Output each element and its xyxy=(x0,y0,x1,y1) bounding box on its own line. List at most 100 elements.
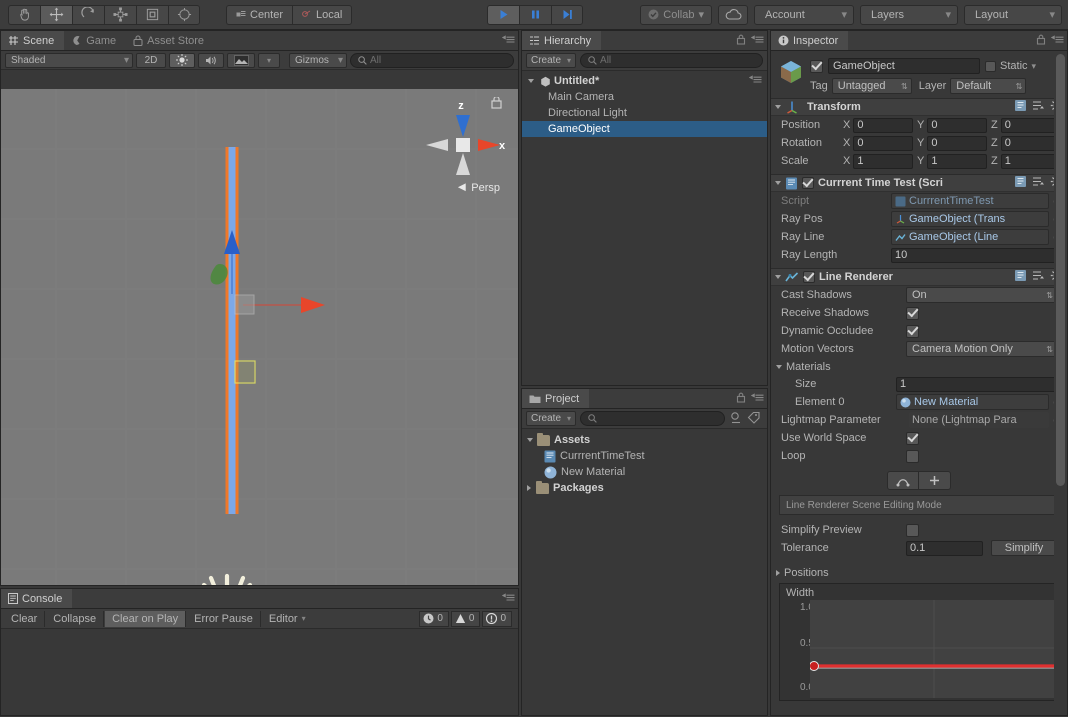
width-curve-graph[interactable] xyxy=(809,600,1058,698)
gameobject-name-input[interactable]: GameObject xyxy=(828,58,980,74)
2d-toggle-button[interactable]: 2D xyxy=(136,52,166,68)
hierarchy-scene-root[interactable]: Untitled* xyxy=(522,73,767,89)
console-log-count[interactable]: 0 xyxy=(419,610,449,627)
project-item-packages[interactable]: Packages xyxy=(522,480,767,496)
expand-triangle-icon[interactable] xyxy=(527,438,533,442)
console-editor-dropdown[interactable]: Editor ▾ xyxy=(262,611,313,627)
add-point-button[interactable] xyxy=(919,471,951,490)
gizmos-dropdown[interactable]: Gizmos ▾ xyxy=(289,52,347,68)
cloud-button[interactable] xyxy=(718,4,748,25)
materials-foldout[interactable]: Materials xyxy=(771,358,1067,375)
inspector-scrollbar[interactable] xyxy=(1054,52,1067,715)
preset-icon[interactable] xyxy=(1014,175,1027,191)
rotation-x-field[interactable]: X 0 xyxy=(843,135,913,151)
layer-dropdown[interactable]: Default ⇅ xyxy=(950,78,1027,94)
inspector-lock-icon[interactable] xyxy=(1036,34,1046,48)
simplify-preview-checkbox[interactable] xyxy=(906,523,919,537)
project-lock-icon[interactable] xyxy=(736,392,746,406)
project-item-material[interactable]: New Material xyxy=(522,464,767,480)
scale-x-field[interactable]: X 1 xyxy=(843,153,913,169)
transform-component-header[interactable]: Transform xyxy=(771,98,1067,116)
hierarchy-create-button[interactable]: Create ▾ xyxy=(526,53,577,68)
scale-z-field[interactable]: Z 1 xyxy=(991,153,1061,169)
hierarchy-item-main-camera[interactable]: Main Camera xyxy=(522,89,767,105)
scene-fx-button[interactable] xyxy=(227,52,255,68)
pivot-mode-button[interactable]: Center xyxy=(226,4,293,25)
line-renderer-component-header[interactable]: Line Renderer xyxy=(771,268,1067,286)
console-warning-count[interactable]: 0 xyxy=(450,610,481,627)
scene-fx-dropdown[interactable]: ▾ xyxy=(258,52,280,68)
account-dropdown[interactable]: Account ▾ xyxy=(754,4,854,25)
preset-icon[interactable] xyxy=(1014,99,1027,115)
console-collapse-button[interactable]: Collapse xyxy=(46,610,105,627)
console-options-menu-icon[interactable] xyxy=(501,593,515,605)
receive-shadows-checkbox[interactable] xyxy=(906,306,919,320)
expand-triangle-icon[interactable] xyxy=(775,105,781,109)
scene-options-menu-icon[interactable] xyxy=(501,35,515,47)
project-filter-by-type-icon[interactable] xyxy=(729,411,743,427)
script-reference-field[interactable]: CurrrentTimeTest xyxy=(891,193,1049,209)
pivot-rotation-button[interactable]: Local xyxy=(292,4,353,25)
tab-console[interactable]: Console xyxy=(1,589,73,608)
scene-lighting-toggle[interactable] xyxy=(169,52,195,68)
transform-tool-button[interactable] xyxy=(168,4,200,25)
console-error-count[interactable]: 0 xyxy=(482,610,512,627)
scale-y-field[interactable]: Y 1 xyxy=(917,153,987,169)
play-button[interactable] xyxy=(487,4,519,25)
directional-light-gizmo[interactable] xyxy=(187,568,267,585)
scene-projection-label[interactable]: ◄ Persp xyxy=(455,179,500,194)
collab-button[interactable]: Collab ▾ xyxy=(640,4,712,25)
tab-game[interactable]: Game xyxy=(64,31,126,50)
move-tool-button[interactable] xyxy=(40,4,72,25)
console-clear-on-play-button[interactable]: Clear on Play xyxy=(105,610,187,627)
position-y-field[interactable]: Y 0 xyxy=(917,117,987,133)
preset-icon[interactable] xyxy=(1014,269,1027,285)
hand-tool-button[interactable] xyxy=(8,4,40,25)
expand-triangle-icon[interactable] xyxy=(775,181,781,185)
layout-dropdown[interactable]: Layout ▾ xyxy=(964,4,1062,25)
positions-foldout[interactable]: Positions xyxy=(771,564,1067,581)
project-filter-by-label-icon[interactable] xyxy=(747,411,761,427)
expand-triangle-icon[interactable] xyxy=(776,364,782,369)
rect-tool-button[interactable] xyxy=(136,4,168,25)
position-z-field[interactable]: Z 0 xyxy=(991,117,1061,133)
loop-checkbox[interactable] xyxy=(906,449,919,463)
console-log-list[interactable] xyxy=(1,630,518,715)
shading-mode-dropdown[interactable]: Shaded ▾ xyxy=(5,52,133,68)
script-enabled-checkbox[interactable] xyxy=(802,177,814,189)
simplify-button[interactable]: Simplify xyxy=(991,540,1057,556)
hierarchy-item-gameobject[interactable]: GameObject xyxy=(522,121,767,137)
component-menu-icon[interactable] xyxy=(1032,100,1045,114)
static-toggle[interactable]: Static ▾ xyxy=(985,60,1036,72)
rotation-z-field[interactable]: Z 0 xyxy=(991,135,1061,151)
motion-vectors-dropdown[interactable]: Camera Motion Only ⇅ xyxy=(906,341,1057,357)
rotate-tool-button[interactable] xyxy=(72,4,104,25)
edit-points-button[interactable] xyxy=(887,471,919,490)
scene-viewport[interactable]: z x ◄ Persp xyxy=(1,89,518,585)
ray-pos-field[interactable]: GameObject (Trans xyxy=(891,211,1049,227)
collapse-triangle-icon[interactable] xyxy=(527,485,531,491)
tab-project[interactable]: Project xyxy=(522,389,590,408)
inspector-scrollbar-thumb[interactable] xyxy=(1056,54,1065,486)
hierarchy-item-directional-light[interactable]: Directional Light xyxy=(522,105,767,121)
collapse-triangle-icon[interactable] xyxy=(776,569,780,576)
tab-hierarchy[interactable]: Hierarchy xyxy=(522,31,602,50)
expand-triangle-icon[interactable] xyxy=(528,79,534,83)
use-world-space-checkbox[interactable] xyxy=(906,431,919,445)
gameobject-enabled-checkbox[interactable] xyxy=(810,59,823,73)
project-options-menu-icon[interactable] xyxy=(750,393,764,405)
element0-material-field[interactable]: New Material xyxy=(896,394,1049,410)
inspector-options-menu-icon[interactable] xyxy=(1050,35,1064,47)
tab-scene[interactable]: Scene xyxy=(1,31,65,50)
materials-size-input[interactable]: 1 xyxy=(896,376,1057,392)
lightmap-parameter-field[interactable]: None (Lightmap Para xyxy=(909,412,1049,428)
tolerance-input[interactable]: 0.1 xyxy=(906,540,983,556)
position-x-field[interactable]: X 0 xyxy=(843,117,913,133)
dynamic-occludee-checkbox[interactable] xyxy=(906,324,919,338)
line-renderer-enabled-checkbox[interactable] xyxy=(803,271,815,283)
project-item-script[interactable]: CurrrentTimeTest xyxy=(522,448,767,464)
scene-context-menu-icon[interactable] xyxy=(748,75,762,87)
console-error-pause-button[interactable]: Error Pause xyxy=(187,610,261,627)
hierarchy-options-menu-icon[interactable] xyxy=(750,35,764,47)
layers-dropdown[interactable]: Layers ▾ xyxy=(860,4,958,25)
